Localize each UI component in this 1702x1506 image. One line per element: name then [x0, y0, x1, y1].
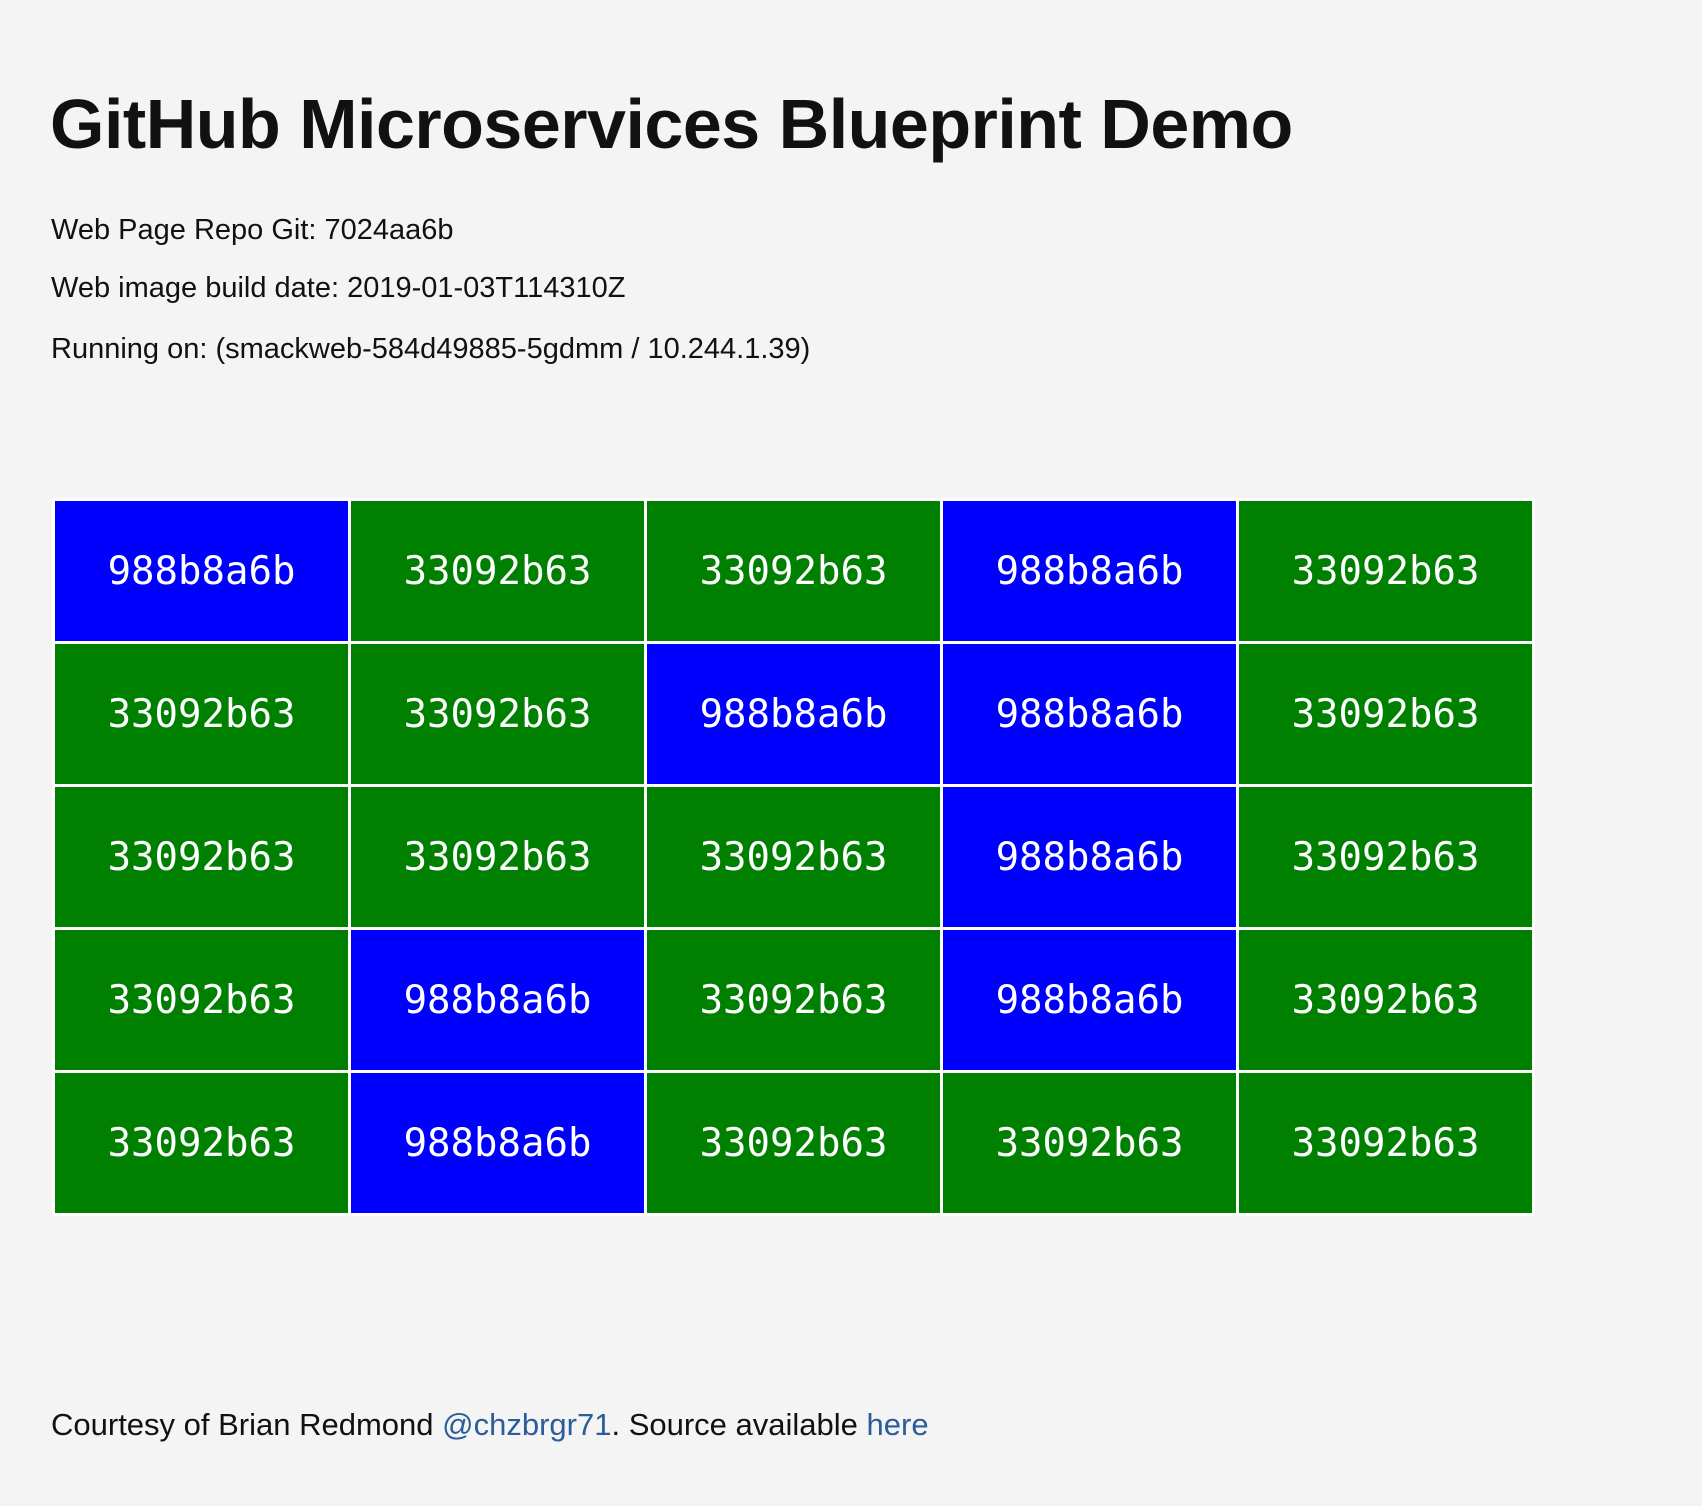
running-on-info: Running on: (smackweb-584d49885-5gdmm / … — [51, 333, 811, 365]
grid-cell: 988b8a6b — [943, 930, 1236, 1070]
grid-cell: 33092b63 — [647, 1073, 940, 1213]
grid-cell: 33092b63 — [647, 930, 940, 1070]
grid-cell: 33092b63 — [55, 787, 348, 927]
grid-cell: 988b8a6b — [943, 501, 1236, 641]
grid-row: 988b8a6b 33092b63 33092b63 988b8a6b 33092b63 — [55, 501, 1532, 641]
grid-cell: 33092b63 — [647, 501, 940, 641]
source-link[interactable]: here — [867, 1407, 929, 1442]
build-date-info: Web image build date: 2019-01-03T114310Z — [51, 272, 626, 304]
grid-cell: 33092b63 — [351, 501, 644, 641]
grid-cell: 33092b63 — [55, 930, 348, 1070]
grid-row: 33092b63 33092b63 33092b63 988b8a6b 33092b63 — [55, 787, 1532, 927]
grid-row: 33092b63 988b8a6b 33092b63 33092b63 33092b63 — [55, 1073, 1532, 1213]
grid-cell: 33092b63 — [1239, 787, 1532, 927]
footer: Courtesy of Brian Redmond @chzbrgr71. So… — [51, 1407, 929, 1443]
grid-row: 33092b63 33092b63 988b8a6b 988b8a6b 33092b63 — [55, 644, 1532, 784]
twitter-link[interactable]: @chzbrgr71 — [442, 1407, 611, 1442]
grid-cell: 988b8a6b — [943, 787, 1236, 927]
footer-middle: . Source available — [611, 1407, 867, 1442]
grid-cell: 33092b63 — [1239, 1073, 1532, 1213]
version-grid: 988b8a6b 33092b63 33092b63 988b8a6b 33092b63… — [52, 498, 1535, 1216]
grid-cell: 33092b63 — [351, 787, 644, 927]
footer-prefix: Courtesy of Brian Redmond — [51, 1407, 443, 1442]
grid-cell: 988b8a6b — [55, 501, 348, 641]
grid-row: 33092b63 988b8a6b 33092b63 988b8a6b 33092b63 — [55, 930, 1532, 1070]
grid-cell: 988b8a6b — [351, 1073, 644, 1213]
grid-cell: 33092b63 — [1239, 644, 1532, 784]
grid-cell: 988b8a6b — [351, 930, 644, 1070]
grid-cell: 33092b63 — [351, 644, 644, 784]
repo-git-info: Web Page Repo Git: 7024aa6b — [51, 214, 454, 246]
grid-cell: 33092b63 — [647, 787, 940, 927]
grid-cell: 33092b63 — [1239, 501, 1532, 641]
grid-cell: 33092b63 — [55, 644, 348, 784]
grid-cell: 988b8a6b — [647, 644, 940, 784]
grid-cell: 33092b63 — [943, 1073, 1236, 1213]
page-title: GitHub Microservices Blueprint Demo — [50, 85, 1293, 163]
grid-cell: 988b8a6b — [943, 644, 1236, 784]
grid-cell: 33092b63 — [1239, 930, 1532, 1070]
grid-cell: 33092b63 — [55, 1073, 348, 1213]
